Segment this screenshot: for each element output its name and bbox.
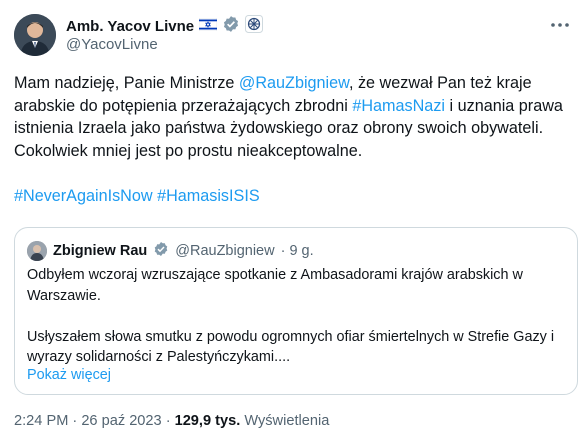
quoted-tweet-card[interactable]: Zbigniew Rau @RauZbigniew · 9 g. Odbyłem…: [14, 227, 578, 395]
quoted-tweet-text: Odbyłem wczoraj wzruszające spotkanie z …: [27, 267, 555, 365]
more-options-button[interactable]: [548, 12, 572, 36]
verified-badge-icon: [153, 241, 169, 261]
quoted-tweet-header: Zbigniew Rau @RauZbigniew · 9 g.: [27, 241, 314, 261]
tweet-timestamp[interactable]: 2:24 PM · 26 paź 2023 ·: [14, 413, 171, 429]
quoted-author-handle: @RauZbigniew: [175, 243, 275, 259]
author-avatar[interactable]: [14, 14, 56, 56]
quoted-author-avatar: [27, 241, 47, 261]
quoted-tweet-time: · 9 g.: [280, 243, 314, 259]
author-handle[interactable]: @YacovLivne: [66, 36, 158, 53]
tweet-footer: 2:24 PM · 26 paź 2023 · 129,9 tys. Wyświ…: [14, 413, 329, 429]
show-more-link[interactable]: Pokaż więcej: [27, 367, 111, 383]
israel-flag-icon: [198, 17, 218, 35]
author-name[interactable]: Amb. Yacov Livne: [66, 18, 194, 35]
hashtag-link[interactable]: #NeverAgainIsNow: [14, 187, 153, 205]
quoted-author-name: Zbigniew Rau: [53, 243, 148, 259]
tweet-text: Mam nadzieję, Panie Ministrze @RauZbigni…: [14, 72, 574, 208]
hashtag-link[interactable]: #HamasNazi: [352, 97, 445, 115]
views-count: 129,9 tys.: [174, 413, 241, 429]
mention-link[interactable]: @RauZbigniew: [239, 74, 349, 92]
hashtag-link[interactable]: #HamasisISIS: [157, 187, 260, 205]
views-label: Wyświetlenia: [244, 413, 330, 429]
verified-badge-icon[interactable]: [222, 15, 240, 37]
author-name-row[interactable]: Amb. Yacov Livne: [66, 15, 264, 37]
tweet-text-part: Mam nadzieję, Panie Ministrze: [14, 74, 239, 92]
more-options-icon: [550, 15, 570, 33]
affiliate-emblem-icon[interactable]: [245, 15, 264, 37]
